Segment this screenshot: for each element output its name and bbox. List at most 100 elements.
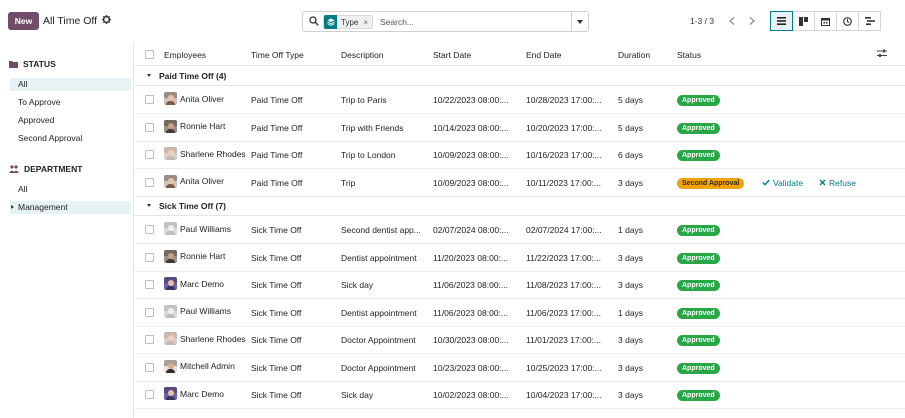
end-date-cell: 10/25/2023 17:00:... <box>526 362 602 373</box>
facet-label: Type <box>341 17 359 27</box>
refuse-button[interactable]: Refuse <box>819 178 856 188</box>
status-item-to-approve[interactable]: To Approve <box>10 96 131 109</box>
search-icon[interactable] <box>309 16 319 26</box>
table-row[interactable]: Ronnie Hart Sick Time Off Dentist appointm… <box>135 244 905 272</box>
activity-view-button[interactable] <box>836 11 859 31</box>
duration-cell: 1 days <box>618 307 644 318</box>
gear-icon[interactable] <box>102 15 111 27</box>
table-row[interactable]: Paul Williams Sick Time Off Second dentist… <box>135 216 905 244</box>
table-row[interactable]: Marc Demo Sick Time Off Sick day 11/06/2023… <box>135 271 905 299</box>
group-header-paid-time-off[interactable]: Paid Time Off (4) <box>135 66 905 86</box>
table-row[interactable]: Marc Demo Sick Time Off Sick day 10/02/2023… <box>135 381 905 409</box>
duration-cell: 3 days <box>618 280 644 290</box>
column-settings-icon[interactable] <box>877 49 887 60</box>
table-row[interactable]: Sharlene Rhodes Paid Time Off Trip to Lond… <box>135 141 905 169</box>
row-checkbox[interactable] <box>145 122 154 132</box>
list-view-icon <box>777 17 786 25</box>
row-checkbox[interactable] <box>145 150 154 159</box>
row-checkbox[interactable] <box>145 252 154 262</box>
column-status[interactable]: Status <box>677 50 701 60</box>
description-cell: Trip to London <box>341 150 396 160</box>
description-cell: Sick day <box>341 280 374 290</box>
layers-icon <box>324 15 337 29</box>
validate-button[interactable]: Validate <box>762 178 803 188</box>
table-row[interactable]: Sharlene Rhodes Sick Time Off Doctor Appoi… <box>135 326 905 354</box>
time-off-type-cell: Paid Time Off <box>251 177 303 188</box>
employee-name: Sharlene Rhodes <box>180 148 246 159</box>
column-end-date[interactable]: End Date <box>526 50 561 60</box>
caret-down-icon <box>147 204 151 207</box>
close-icon <box>819 179 826 186</box>
department-heading: DEPARTMENT <box>9 164 82 174</box>
search-facet: Type × <box>323 15 374 29</box>
table-row[interactable]: Mitchell Admin Sick Time Off Doctor Appoin… <box>135 354 905 382</box>
pager-previous-button[interactable] <box>722 12 742 30</box>
calendar-view-button[interactable] <box>814 11 837 31</box>
start-date-cell: 10/02/2023 08:00:... <box>433 390 509 400</box>
column-start-date[interactable]: Start Date <box>433 50 471 60</box>
avatar <box>164 387 177 400</box>
status-badge: Approved <box>677 95 720 106</box>
table-row[interactable]: Anita Oliver Paid Time Off Trip 10/09/2023 … <box>135 169 905 197</box>
employee-cell: Ronnie Hart <box>164 119 225 133</box>
department-item-management[interactable]: Management <box>10 201 131 214</box>
end-date-cell: 10/20/2023 17:00:... <box>526 122 602 133</box>
pager-value[interactable]: 1-3 / 3 <box>690 16 714 26</box>
row-checkbox[interactable] <box>145 307 154 317</box>
new-button[interactable]: New <box>8 12 39 30</box>
duration-cell: 3 days <box>618 335 644 345</box>
column-description[interactable]: Description <box>341 50 384 60</box>
search-dropdown-toggle[interactable] <box>571 12 588 31</box>
row-checkbox[interactable] <box>145 177 154 187</box>
status-item-second-approval[interactable]: Second Approval <box>10 132 131 145</box>
start-date-cell: 11/06/2023 08:00:... <box>433 280 508 290</box>
caret-right-icon <box>11 205 14 209</box>
table-row[interactable]: Ronnie Hart Paid Time Off Trip with Friend… <box>135 114 905 142</box>
kanban-view-button[interactable] <box>792 11 815 31</box>
start-date-cell: 11/20/2023 08:00:... <box>433 252 508 263</box>
status-badge: Approved <box>677 252 720 264</box>
column-employees[interactable]: Employees <box>164 50 206 60</box>
employee-name: Mitchell Admin <box>180 361 235 371</box>
row-checkbox[interactable] <box>145 95 154 104</box>
description-cell: Trip to Paris <box>341 95 387 105</box>
group-label: Sick Time Off (7) <box>159 201 226 211</box>
start-date-cell: 11/06/2023 08:00:... <box>433 307 508 318</box>
status-badge: Approved <box>677 280 720 291</box>
department-item-label: Management <box>18 202 68 212</box>
column-time-off-type[interactable]: Time Off Type <box>251 50 304 60</box>
status-item-approved[interactable]: Approved <box>10 114 131 127</box>
end-date-cell: 11/01/2023 17:00:... <box>526 335 601 345</box>
employee-cell: Sharlene Rhodes <box>164 147 246 160</box>
row-checkbox[interactable] <box>145 362 154 372</box>
description-cell: Trip <box>341 177 356 188</box>
table-row[interactable]: Paul Williams Sick Time Off Dentist appoin… <box>135 299 905 327</box>
pager-next-button[interactable] <box>742 12 762 30</box>
status-badge: Approved <box>677 335 720 346</box>
row-checkbox[interactable] <box>145 335 154 344</box>
status-badge: Approved <box>677 122 720 134</box>
employee-name: Sharlene Rhodes <box>180 333 246 344</box>
row-checkbox[interactable] <box>145 225 154 234</box>
end-date-cell: 11/06/2023 17:00:... <box>526 307 601 318</box>
select-all-checkbox[interactable] <box>145 50 154 59</box>
column-duration[interactable]: Duration <box>618 50 650 60</box>
control-panel: New All Time Off Type × 1-3 / 3 <box>0 0 905 42</box>
table-row[interactable]: Anita Oliver Paid Time Off Trip to Paris 10… <box>135 86 905 114</box>
search-input[interactable] <box>380 15 570 29</box>
time-off-type-cell: Sick Time Off <box>251 225 302 235</box>
department-item-all[interactable]: All <box>10 183 131 196</box>
validate-label: Validate <box>773 177 804 188</box>
calendar-view-icon <box>821 17 830 26</box>
facet-remove-icon[interactable]: × <box>362 18 372 27</box>
avatar <box>164 174 177 188</box>
group-header-sick-time-off[interactable]: Sick Time Off (7) <box>135 196 905 216</box>
duration-cell: 3 days <box>618 252 644 263</box>
row-checkbox[interactable] <box>145 280 154 289</box>
employee-cell: Sharlene Rhodes <box>164 332 246 345</box>
avatar <box>164 249 177 263</box>
list-view-button[interactable] <box>770 11 793 31</box>
gantt-view-button[interactable] <box>858 11 881 31</box>
status-item-all[interactable]: All <box>10 78 131 91</box>
row-checkbox[interactable] <box>145 390 154 399</box>
